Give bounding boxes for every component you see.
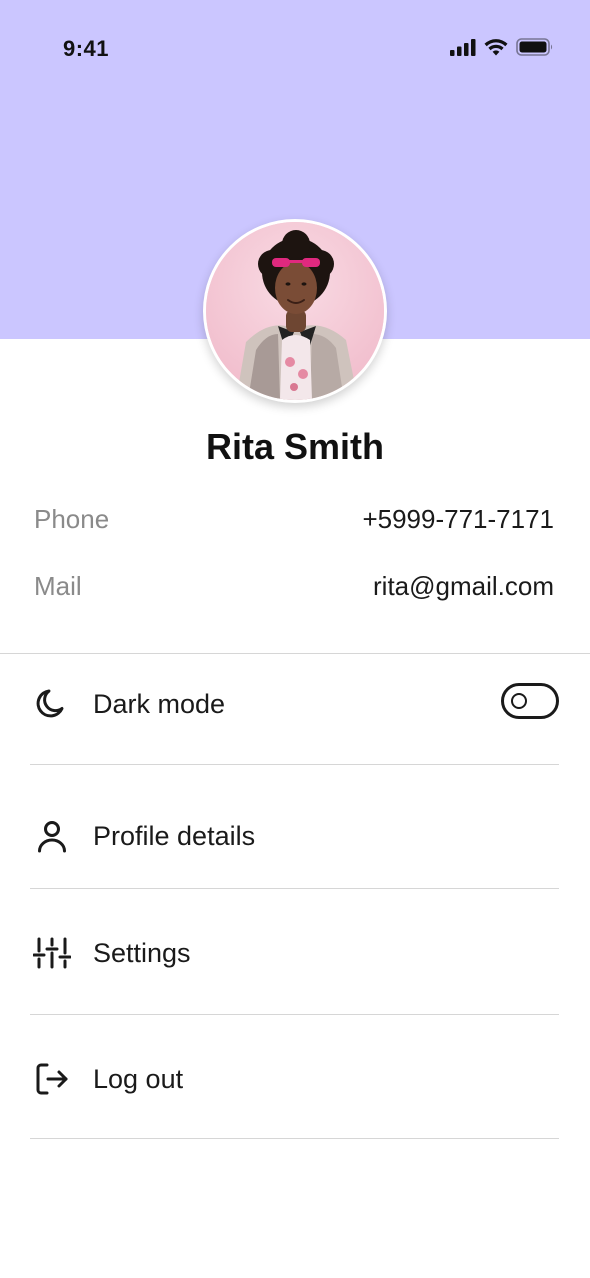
mail-label: Mail <box>34 571 82 601</box>
toggle-knob <box>511 693 527 709</box>
status-icons <box>450 38 554 56</box>
profile-details-item[interactable]: Profile details <box>30 806 559 866</box>
phone-row: Phone +5999-771-7171 <box>34 504 554 535</box>
profile-avatar <box>203 219 387 403</box>
user-icon <box>30 814 74 858</box>
status-bar: 9:41 <box>0 0 590 96</box>
moon-icon <box>30 682 74 726</box>
profile-details-label: Profile details <box>93 820 256 851</box>
menu-divider <box>30 1014 559 1015</box>
wifi-icon <box>484 38 508 56</box>
settings-item[interactable]: Settings <box>30 923 559 983</box>
logout-icon <box>30 1057 74 1101</box>
menu-divider <box>30 764 559 765</box>
sliders-icon <box>30 931 74 975</box>
menu-divider <box>30 1138 559 1139</box>
dark-mode-row: Dark mode <box>30 674 559 734</box>
dark-mode-toggle[interactable] <box>501 683 559 719</box>
mail-value: rita@gmail.com <box>373 571 554 601</box>
profile-name: Rita Smith <box>205 426 384 467</box>
log-out-label: Log out <box>93 1063 184 1094</box>
cellular-signal-icon <box>450 38 476 56</box>
mail-row: Mail rita@gmail.com <box>34 571 554 602</box>
section-divider <box>0 653 590 654</box>
status-time: 9:41 <box>63 36 110 61</box>
log-out-item[interactable]: Log out <box>30 1049 559 1109</box>
phone-value: +5999-771-7171 <box>362 504 554 534</box>
battery-icon <box>516 38 554 56</box>
phone-label: Phone <box>34 504 110 534</box>
dark-mode-label: Dark mode <box>93 688 226 719</box>
settings-label: Settings <box>93 937 191 968</box>
menu-divider <box>30 888 559 889</box>
